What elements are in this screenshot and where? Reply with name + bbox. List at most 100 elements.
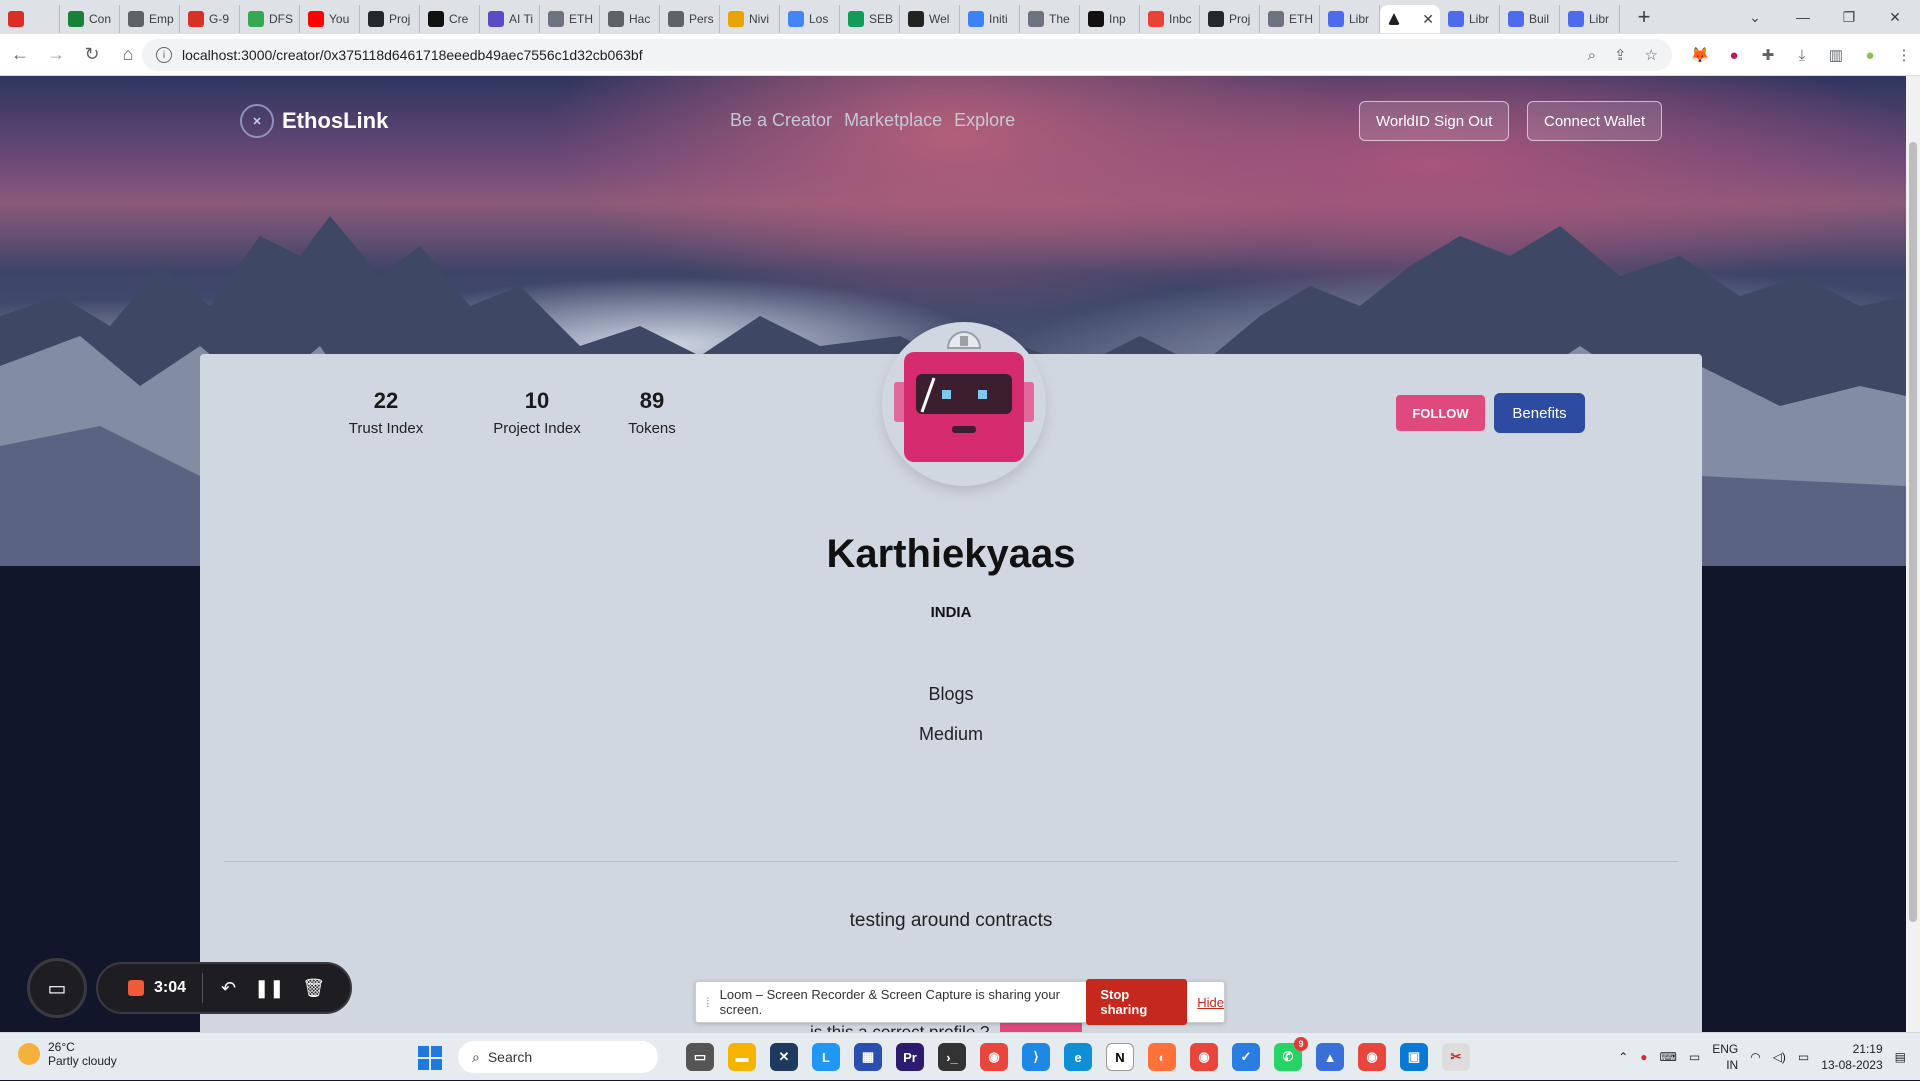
metamask-icon[interactable]: 🦊	[1690, 45, 1710, 65]
stop-recording-icon[interactable]	[128, 980, 144, 996]
volume-icon[interactable]: ◁)	[1773, 1050, 1786, 1064]
microphone-icon[interactable]: ●	[1640, 1050, 1647, 1064]
download-icon[interactable]: ⤓	[1792, 45, 1812, 65]
taskbar-search[interactable]: ⌕ Search	[458, 1041, 658, 1073]
browser-tab[interactable]: Los	[780, 5, 840, 33]
remote-desktop-icon[interactable]: ▣	[1400, 1043, 1428, 1071]
chevron-up-icon[interactable]: ⌃	[1618, 1050, 1628, 1064]
browser-tab[interactable]: Proj	[1200, 5, 1260, 33]
scrollbar-thumb[interactable]	[1909, 142, 1917, 922]
file-explorer-icon[interactable]: ▬	[728, 1043, 756, 1071]
browser-tab[interactable]: Hac	[600, 5, 660, 33]
app-icon[interactable]: ✕	[770, 1043, 798, 1071]
browser-tab[interactable]: Libr	[1440, 5, 1500, 33]
app-icon[interactable]: L	[812, 1043, 840, 1071]
back-icon[interactable]: ←	[4, 39, 36, 71]
maximize-button[interactable]: ❐	[1826, 0, 1872, 34]
battery-icon[interactable]: ▭	[1798, 1050, 1809, 1064]
start-button[interactable]	[418, 1046, 442, 1070]
browser-tab[interactable]: Emp	[120, 5, 180, 33]
premiere-icon[interactable]: Pr	[896, 1043, 924, 1071]
url-text[interactable]: localhost:3000/creator/0x375118d6461718e…	[182, 47, 643, 63]
restart-icon[interactable]: ↶	[221, 978, 236, 999]
drive-icon[interactable]: ▭	[1689, 1050, 1700, 1064]
browser-tab[interactable]: Con	[60, 5, 120, 33]
nav-explore[interactable]: Explore	[954, 110, 1015, 131]
stop-sharing-button[interactable]: Stop sharing	[1086, 979, 1188, 1025]
task-view-icon[interactable]: ▭	[686, 1043, 714, 1071]
page-scrollbar[interactable]	[1906, 76, 1920, 1032]
browser-tab[interactable]: DFS	[240, 5, 300, 33]
browser-tab[interactable]: Buil	[1500, 5, 1560, 33]
browser-tab[interactable]: Proj	[360, 5, 420, 33]
loom-camera-button[interactable]: ▭	[27, 958, 87, 1018]
tab-search-icon[interactable]: ⌄	[1732, 0, 1778, 34]
bookmark-star-icon[interactable]: ☆	[1645, 46, 1658, 64]
chrome-menu-icon[interactable]: ⋮	[1894, 45, 1914, 65]
reload-icon[interactable]: ↻	[76, 39, 108, 71]
side-panel-icon[interactable]: ▥	[1826, 45, 1846, 65]
nav-marketplace[interactable]: Marketplace	[844, 110, 942, 131]
todo-icon[interactable]: ✓	[1232, 1043, 1260, 1071]
close-window-button[interactable]: ✕	[1872, 0, 1918, 34]
browser-tab[interactable]: The	[1020, 5, 1080, 33]
browser-tab[interactable]: ETH	[1260, 5, 1320, 33]
browser-tab[interactable]: Wel	[900, 5, 960, 33]
browser-tab[interactable]: Initi	[960, 5, 1020, 33]
minimize-button[interactable]: —	[1780, 0, 1826, 34]
browser-tab-active[interactable]: ✕	[1380, 5, 1440, 33]
browser-tab[interactable]: Cre	[420, 5, 480, 33]
browser-tab[interactable]: Libr	[1320, 5, 1380, 33]
edge-icon[interactable]: e	[1064, 1043, 1092, 1071]
nav-be-a-creator[interactable]: Be a Creator	[730, 110, 832, 131]
browser-tab[interactable]: SEB	[840, 5, 900, 33]
browser-tab[interactable]: AI Ti	[480, 5, 540, 33]
profile-avatar[interactable]: ●	[1860, 45, 1880, 65]
follow-button[interactable]: FOLLOW	[1396, 395, 1485, 431]
puzzle-icon[interactable]: ✚	[1758, 45, 1778, 65]
snipping-tool-icon[interactable]: ✂	[1442, 1043, 1470, 1071]
close-tab-icon[interactable]: ✕	[1422, 11, 1434, 28]
chrome-active-icon[interactable]: ◉	[1190, 1043, 1218, 1071]
keyboard-icon[interactable]: ⌨	[1660, 1050, 1677, 1064]
vscode-icon[interactable]: ⟩	[1022, 1043, 1050, 1071]
pause-icon[interactable]: ❚❚	[254, 978, 284, 999]
whatsapp-icon[interactable]: ✆ 9	[1274, 1037, 1308, 1071]
trash-icon[interactable]: 🗑	[302, 978, 325, 999]
browser-tab[interactable]: Inp	[1080, 5, 1140, 33]
worldid-sign-out-button[interactable]: WorldID Sign Out	[1359, 101, 1510, 141]
browser-tab[interactable]: Nivi	[720, 5, 780, 33]
weather-widget[interactable]: 26°C Partly cloudy	[18, 1040, 117, 1068]
home-icon[interactable]: ⌂	[112, 39, 144, 71]
new-tab-button[interactable]: +	[1630, 4, 1658, 30]
firefox-icon[interactable]: ◐	[1148, 1043, 1176, 1071]
link-blogs[interactable]: Blogs	[200, 674, 1702, 714]
store-icon[interactable]: ▦	[854, 1043, 882, 1071]
connect-wallet-button[interactable]: Connect Wallet	[1527, 101, 1663, 141]
app-icon[interactable]: ▲	[1316, 1043, 1344, 1071]
browser-tab[interactable]: You	[300, 5, 360, 33]
notifications-icon[interactable]: ▤	[1895, 1050, 1906, 1064]
hide-link[interactable]: Hide	[1197, 995, 1224, 1010]
drag-handle-icon[interactable]: ⁞	[706, 995, 710, 1010]
browser-tab[interactable]: G-9	[180, 5, 240, 33]
zoom-icon[interactable]: ⌕	[1588, 47, 1596, 64]
forward-icon[interactable]: →	[40, 39, 72, 71]
extension-icon[interactable]: ●	[1724, 45, 1744, 65]
benefits-button[interactable]: Benefits	[1494, 393, 1585, 433]
chrome-icon[interactable]: ◉	[980, 1043, 1008, 1071]
terminal-icon[interactable]: ›_	[938, 1043, 966, 1071]
browser-tab[interactable]: Pers	[660, 5, 720, 33]
wifi-icon[interactable]: ◠	[1750, 1050, 1760, 1064]
language-indicator[interactable]: ENG IN	[1712, 1041, 1738, 1073]
brand-logo[interactable]: ✕ EthosLink	[240, 104, 388, 138]
site-info-icon[interactable]: i	[156, 47, 172, 63]
share-icon[interactable]: ⇪	[1614, 46, 1627, 64]
notion-icon[interactable]: N	[1106, 1043, 1134, 1071]
browser-tab[interactable]: ETH	[540, 5, 600, 33]
browser-tab[interactable]: Inbc	[1140, 5, 1200, 33]
address-bar[interactable]: i localhost:3000/creator/0x375118d646171…	[142, 39, 1672, 71]
chrome-profile-icon[interactable]: ◉	[1358, 1043, 1386, 1071]
link-medium[interactable]: Medium	[200, 714, 1702, 754]
clock[interactable]: 21:19 13-08-2023	[1821, 1041, 1882, 1073]
